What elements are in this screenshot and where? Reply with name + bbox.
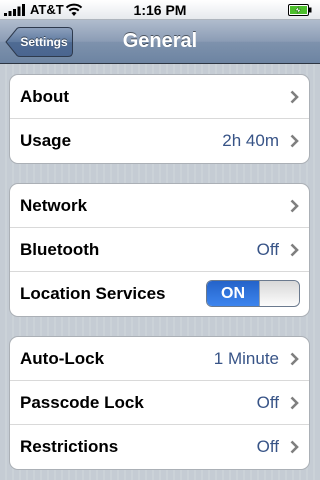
row-network[interactable]: Network <box>10 184 309 228</box>
row-restrictions[interactable]: Restrictions Off <box>10 425 309 469</box>
settings-group-connectivity: Network Bluetooth Off Location Services … <box>9 183 310 317</box>
location-services-toggle[interactable]: ON <box>206 280 300 307</box>
status-time: 1:16 PM <box>133 2 187 18</box>
chevron-right-icon <box>290 90 299 104</box>
row-label: Passcode Lock <box>20 393 144 412</box>
row-value: Off <box>256 393 279 412</box>
row-label: Auto-Lock <box>20 349 105 368</box>
chevron-right-icon <box>290 243 299 257</box>
row-label: Restrictions <box>20 437 119 456</box>
status-bar: AT&T 1:16 PM <box>0 0 320 20</box>
row-label: Bluetooth <box>20 240 100 259</box>
battery-charging-icon <box>288 4 312 16</box>
row-label: Network <box>20 196 88 215</box>
row-value: 1 Minute <box>213 349 279 368</box>
row-label: About <box>20 87 70 106</box>
chevron-right-icon <box>290 134 299 148</box>
chevron-right-icon <box>290 352 299 366</box>
row-value: Off <box>256 437 279 456</box>
row-label: Usage <box>20 131 72 150</box>
row-label: Location Services <box>20 284 166 303</box>
row-about[interactable]: About <box>10 75 309 119</box>
row-passcode-lock[interactable]: Passcode Lock Off <box>10 381 309 425</box>
row-usage[interactable]: Usage 2h 40m <box>10 119 309 163</box>
settings-group-security: Auto-Lock 1 Minute Passcode Lock Off Res… <box>9 336 310 470</box>
row-value: Off <box>256 240 279 259</box>
row-auto-lock[interactable]: Auto-Lock 1 Minute <box>10 337 309 381</box>
chevron-right-icon <box>290 199 299 213</box>
row-location-services: Location Services ON <box>10 272 309 316</box>
chevron-right-icon <box>290 440 299 454</box>
toggle-on-label: ON <box>207 281 259 306</box>
toggle-knob[interactable] <box>259 281 299 306</box>
navigation-bar: Settings General <box>0 20 320 64</box>
page-title: General <box>122 30 198 52</box>
settings-group-info: About Usage 2h 40m <box>9 74 310 164</box>
row-bluetooth[interactable]: Bluetooth Off <box>10 228 309 272</box>
row-value: 2h 40m <box>222 131 279 150</box>
chevron-right-icon <box>290 396 299 410</box>
